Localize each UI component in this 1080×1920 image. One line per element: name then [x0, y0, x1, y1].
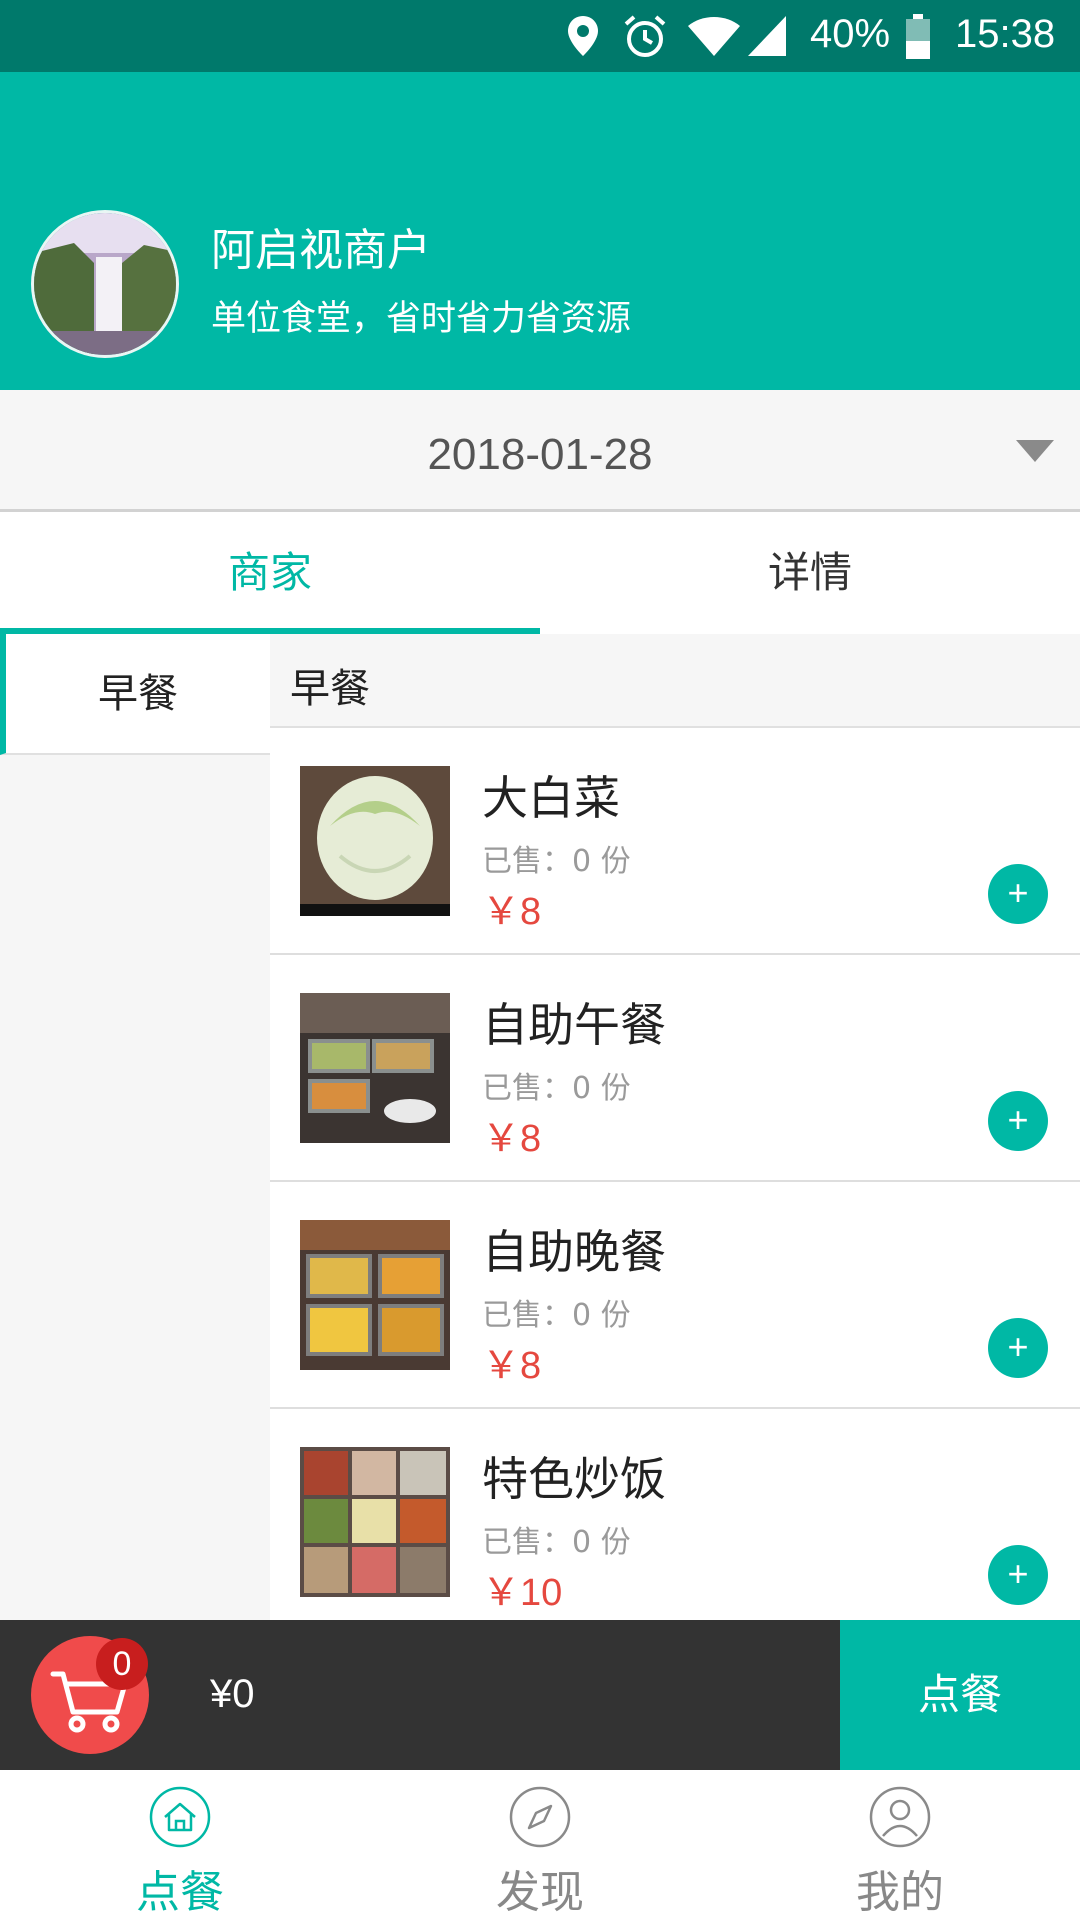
buffet-dinner-image: [300, 1220, 450, 1370]
food-thumbnail: [300, 1220, 450, 1370]
plus-icon: +: [1007, 1099, 1029, 1140]
nav-discover-label: 发现: [496, 1867, 584, 1918]
food-thumbnail: [300, 766, 450, 916]
item-sold: 已售：0 份: [482, 844, 631, 879]
item-name: 自助晚餐: [482, 1225, 666, 1279]
compass-icon: [509, 1786, 571, 1848]
location-icon: [568, 16, 598, 56]
plus-icon: +: [1007, 1553, 1029, 1594]
item-price: ￥10: [482, 1572, 563, 1614]
dropdown-arrow-icon[interactable]: [1016, 440, 1054, 462]
category-breakfast[interactable]: 早餐: [0, 634, 270, 755]
buffet-lunch-image: [300, 993, 450, 1143]
home-icon: [149, 1786, 211, 1848]
clock-time: 15:38: [955, 12, 1056, 56]
signal-icon: [748, 16, 786, 56]
nav-order-label: 点餐: [136, 1867, 224, 1918]
store-header: [0, 72, 1080, 390]
food-thumbnail: [300, 1447, 450, 1597]
tab-details[interactable]: 详情: [540, 512, 1080, 634]
item-price: ￥8: [482, 1118, 542, 1160]
section-title: 早餐: [290, 666, 370, 712]
add-to-cart-button[interactable]: +: [988, 1091, 1048, 1151]
date-picker[interactable]: 2018-01-28: [0, 390, 1080, 512]
item-name: 自助午餐: [482, 998, 666, 1052]
cart-count-badge: 0: [96, 1638, 148, 1690]
add-to-cart-button[interactable]: +: [988, 864, 1048, 924]
add-to-cart-button[interactable]: +: [988, 1545, 1048, 1605]
wifi-icon: [688, 17, 740, 56]
nav-profile-label: 我的: [856, 1867, 944, 1918]
waterfall-avatar: [34, 213, 176, 355]
item-sold: 已售：0 份: [482, 1298, 631, 1333]
item-price: ￥8: [482, 1345, 542, 1387]
tab-bar: 商家 详情: [0, 512, 1080, 634]
item-name: 特色炒饭: [482, 1452, 666, 1506]
cabbage-image: [300, 766, 450, 916]
date-value: 2018-01-28: [427, 430, 653, 479]
place-order-button[interactable]: 点餐: [840, 1620, 1080, 1770]
section-header: 早餐: [270, 634, 1080, 728]
nav-order[interactable]: 点餐: [0, 1770, 360, 1920]
nav-profile[interactable]: 我的: [720, 1770, 1080, 1920]
plus-icon: +: [1007, 1326, 1029, 1367]
add-to-cart-button[interactable]: +: [988, 1318, 1048, 1378]
item-name: 大白菜: [482, 771, 620, 825]
plus-icon: +: [1007, 872, 1029, 913]
category-sidebar: [0, 634, 270, 1620]
item-price: ￥8: [482, 891, 542, 933]
store-name: 阿启视商户: [211, 225, 431, 276]
item-sold: 已售：0 份: [482, 1525, 631, 1560]
store-avatar[interactable]: [31, 210, 179, 358]
alarm-icon: [624, 15, 666, 57]
list-item[interactable]: 自助晚餐 已售：0 份 ￥8 +: [270, 1182, 1080, 1409]
battery-icon: [906, 14, 930, 59]
battery-percent: 40%: [810, 12, 891, 56]
list-item[interactable]: 特色炒饭 已售：0 份 ￥10 +: [270, 1409, 1080, 1620]
status-bar: 40% 15:38: [0, 0, 1080, 72]
list-item[interactable]: 自助午餐 已售：0 份 ￥8 +: [270, 955, 1080, 1182]
store-slogan: 单位食堂，省时省力省资源: [211, 299, 632, 339]
list-item[interactable]: 大白菜 已售：0 份 ￥8 +: [270, 728, 1080, 955]
food-thumbnail: [300, 993, 450, 1143]
tab-merchant[interactable]: 商家: [0, 512, 540, 634]
user-icon: [869, 1786, 931, 1848]
item-sold: 已售：0 份: [482, 1071, 631, 1106]
cart-total: ¥0: [210, 1672, 255, 1716]
nav-discover[interactable]: 发现: [360, 1770, 720, 1920]
fried-rice-image: [300, 1447, 450, 1597]
